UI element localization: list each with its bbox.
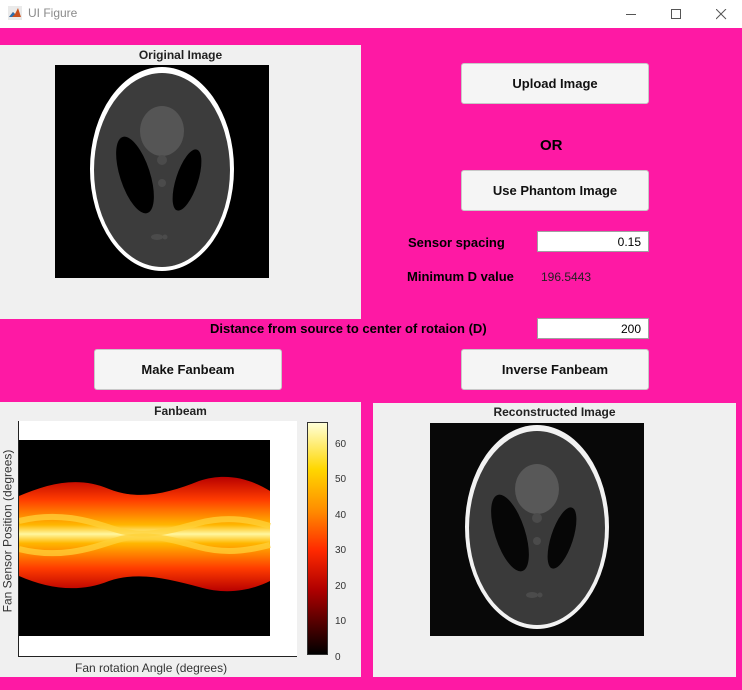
fanbeam-sinogram [19, 440, 271, 636]
window-titlebar: UI Figure [0, 0, 742, 28]
use-phantom-image-button[interactable]: Use Phantom Image [461, 170, 649, 211]
window-title: UI Figure [28, 6, 78, 20]
maximize-button[interactable] [653, 0, 699, 28]
make-fanbeam-button[interactable]: Make Fanbeam [94, 349, 282, 390]
colorbar-tick: 0 [335, 652, 341, 663]
reconstructed-image-title: Reconstructed Image [493, 405, 616, 419]
inverse-fanbeam-button[interactable]: Inverse Fanbeam [461, 349, 649, 390]
distance-label: Distance from source to center of rotaio… [210, 321, 487, 336]
matlab-logo-icon [8, 6, 22, 20]
reconstructed-image [430, 423, 644, 636]
colorbar-tick: 50 [335, 474, 347, 485]
minimum-d-value: 196.5443 [541, 270, 592, 284]
close-button[interactable] [698, 0, 742, 28]
colorbar-tick: 10 [335, 616, 347, 627]
original-phantom [90, 67, 234, 271]
sensor-spacing-field[interactable] [537, 231, 649, 252]
fanbeam-title: Fanbeam [154, 404, 207, 418]
colorbar-tick: 40 [335, 510, 347, 521]
original-image-title: Original Image [138, 48, 223, 62]
fanbeam-axes [18, 421, 297, 657]
reconstructed-image-panel: Reconstructed Image [373, 403, 736, 677]
fanbeam-colorbar [307, 422, 328, 655]
figure-area: Original Image Upload Image OR Use Phant… [0, 28, 742, 690]
minimize-icon [625, 13, 636, 15]
sensor-spacing-label: Sensor spacing [408, 235, 505, 250]
fanbeam-panel: Fanbeam 60 50 40 30 20 10 0 Fan rotation… [0, 402, 361, 677]
reconstructed-phantom [430, 423, 644, 636]
minimum-d-label: Minimum D value [407, 269, 514, 284]
colorbar-tick: 20 [335, 581, 347, 592]
original-image-panel: Original Image [0, 45, 361, 319]
fanbeam-xlabel: Fan rotation Angle (degrees) [75, 661, 228, 675]
close-icon [715, 8, 726, 19]
maximize-icon [670, 8, 681, 19]
colorbar-tick: 60 [335, 439, 347, 450]
fanbeam-ylabel: Fan Sensor Position (degrees) [0, 449, 15, 613]
original-image [55, 65, 269, 278]
or-label: OR [540, 137, 563, 154]
minimize-button[interactable] [608, 0, 654, 28]
colorbar-tick: 30 [335, 545, 347, 556]
upload-image-button[interactable]: Upload Image [461, 63, 649, 104]
distance-field[interactable] [537, 318, 649, 339]
